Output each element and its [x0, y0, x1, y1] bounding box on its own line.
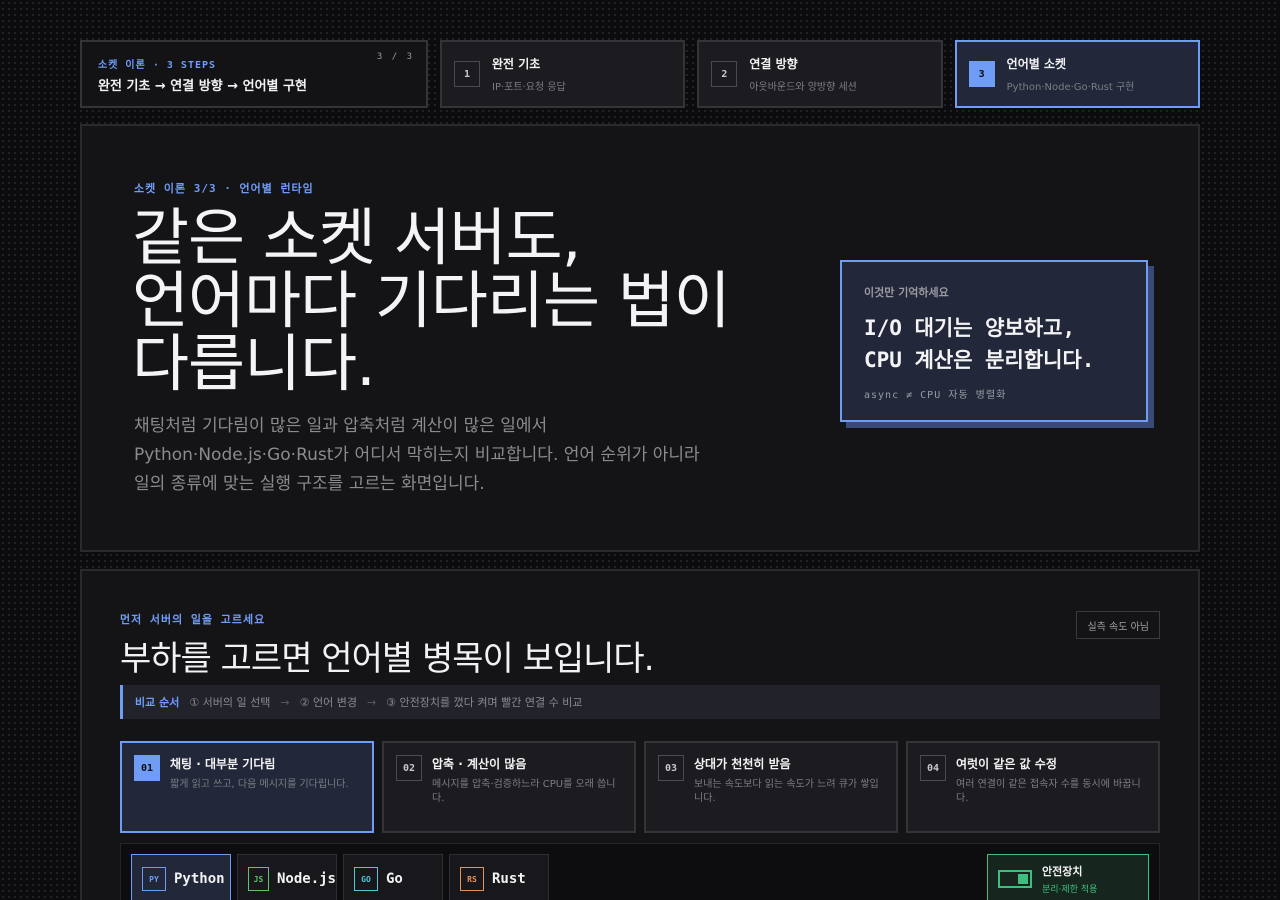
step-number: 1	[454, 61, 480, 87]
step-subtitle: 아웃바운드와 양방향 세션	[749, 82, 857, 93]
workload-desc: 보내는 속도보다 읽는 속도가 느려 큐가 쌓입니다.	[694, 779, 879, 804]
not-measured-badge: 실측 속도 아님	[1076, 611, 1160, 639]
workload-number: 01	[134, 755, 160, 781]
workload-shared-state[interactable]: 04 여럿이 같은 값 수정 여러 연결이 같은 접속자 수를 동시에 바꿉니다…	[906, 741, 1160, 833]
workload-title: 여럿이 같은 값 수정	[956, 757, 1057, 771]
language-panel: PY Python JS Node.js GO Go RS Rust 안전장치 …	[120, 843, 1160, 900]
workload-slow-consumer[interactable]: 03 상대가 천천히 받음 보내는 속도보다 읽는 속도가 느려 큐가 쌓입니다…	[644, 741, 898, 833]
step-card-direction[interactable]: 2 연결 방향 아웃바운드와 양방향 세션	[697, 40, 943, 108]
workload-title: 압축 · 계산이 많음	[432, 757, 527, 771]
workload-desc: 짧게 읽고 쓰고, 다음 메시지를 기다립니다.	[170, 779, 349, 790]
section-title: 부하를 고르면 언어별 병목이 보입니다.	[120, 639, 655, 679]
step-title: 언어별 소켓	[1006, 57, 1067, 71]
memo-label: 이것만 기억하세요	[864, 286, 949, 299]
python-icon: PY	[142, 867, 166, 891]
language-name: Rust	[492, 871, 526, 887]
memo-foot: async ≠ CPU 자동 병렬화	[864, 390, 1007, 401]
hero-description: 채팅처럼 기다림이 많은 일과 압축처럼 계산이 많은 일에서 Python·N…	[134, 412, 774, 499]
steps-counter: 3 / 3	[376, 52, 414, 62]
safety-title: 안전장치	[1042, 865, 1083, 878]
steps-eyebrow: 소켓 이론 · 3 STEPS	[98, 60, 217, 71]
workload-chat[interactable]: 01 채팅 · 대부분 기다림 짧게 읽고 쓰고, 다음 메시지를 기다립니다.	[120, 741, 374, 833]
workload-desc: 메시지를 압축·검증하느라 CPU를 오래 씁니다.	[432, 779, 616, 804]
order-step: ① 서버의 일 선택	[189, 696, 271, 709]
workload-compress[interactable]: 02 압축 · 계산이 많음 메시지를 압축·검증하느라 CPU를 오래 씁니다…	[382, 741, 636, 833]
nodejs-icon: JS	[248, 867, 269, 891]
language-name: Node.js	[276, 871, 336, 887]
language-name: Python	[174, 871, 225, 887]
hero-section: 소켓 이론 3/3 · 언어별 런타임 같은 소켓 서버도, 언어마다 기다리는…	[80, 124, 1200, 552]
workload-number: 02	[396, 755, 422, 781]
workload-title: 상대가 천천히 받음	[694, 757, 791, 771]
arrow-right-icon: →	[366, 695, 377, 709]
step-number: 3	[968, 61, 995, 87]
step-title: 완전 기초	[492, 57, 541, 71]
memo-card: 이것만 기억하세요 I/O 대기는 양보하고, CPU 계산은 분리합니다. a…	[840, 260, 1148, 422]
hero-desc-line: 채팅처럼 기다림이 많은 일과 압축처럼 계산이 많은 일에서	[134, 416, 548, 436]
step-card-basics[interactable]: 1 완전 기초 IP·포트·요청 응답	[440, 40, 686, 108]
order-step: ③ 안전장치를 껐다 켜며 빨간 연결 수 비교	[386, 696, 583, 709]
steps-summary: 소켓 이론 · 3 STEPS 완전 기초 → 연결 방향 → 언어별 구현 3…	[80, 40, 428, 108]
workload-desc: 여러 연결이 같은 접속자 수를 동시에 바꿉니다.	[956, 779, 1141, 804]
step-title: 연결 방향	[749, 57, 798, 71]
go-icon: GO	[354, 867, 378, 891]
arrow-right-icon: →	[280, 695, 290, 709]
hero-eyebrow: 소켓 이론 3/3 · 언어별 런타임	[134, 182, 314, 195]
language-tabs: PY Python JS Node.js GO Go RS Rust	[131, 854, 549, 900]
step-subtitle: IP·포트·요청 응답	[492, 82, 566, 93]
tab-nodejs[interactable]: JS Node.js	[237, 854, 337, 900]
memo-line: CPU 계산은 분리합니다.	[864, 348, 1095, 372]
safety-toggle[interactable]: 안전장치 분리·제한 적용	[987, 854, 1149, 900]
hero-desc-line: Python·Node.js·Go·Rust가 어디서 막히는지 비교합니다. …	[134, 445, 700, 465]
step-card-language-sockets[interactable]: 3 언어별 소켓 Python·Node·Go·Rust 구현	[954, 40, 1200, 108]
workload-section: 먼저 서버의 일을 고르세요 부하를 고르면 언어별 병목이 보입니다. 실측 …	[80, 569, 1200, 900]
section-eyebrow: 먼저 서버의 일을 고르세요	[120, 613, 266, 626]
tab-rust[interactable]: RS Rust	[449, 854, 549, 900]
steps-path: 완전 기초 → 연결 방향 → 언어별 구현	[98, 79, 307, 94]
step-number: 2	[711, 61, 738, 87]
step-subtitle: Python·Node·Go·Rust 구현	[1006, 82, 1135, 93]
workload-title: 채팅 · 대부분 기다림	[170, 757, 276, 771]
language-name: Go	[386, 871, 403, 887]
tab-go[interactable]: GO Go	[343, 854, 443, 900]
rust-icon: RS	[460, 867, 484, 891]
memo-main: I/O 대기는 양보하고, CPU 계산은 분리합니다.	[864, 312, 1124, 376]
order-step: ② 언어 변경	[299, 696, 357, 709]
steps-row: 소켓 이론 · 3 STEPS 완전 기초 → 연결 방향 → 언어별 구현 3…	[80, 40, 1200, 108]
workload-number: 04	[920, 755, 946, 781]
safety-subtitle: 분리·제한 적용	[1042, 885, 1098, 895]
order-label: 비교 순서	[135, 696, 180, 709]
hero-title-line: 다릅니다.	[132, 327, 376, 400]
hero-desc-line: 일의 종류에 맞는 실행 구조를 고르는 화면입니다.	[134, 474, 485, 494]
comparison-order-bar: 비교 순서 ① 서버의 일 선택 → ② 언어 변경 → ③ 안전장치를 껐다 …	[120, 685, 1160, 719]
tab-python[interactable]: PY Python	[131, 854, 231, 900]
toggle-switch-icon[interactable]	[998, 870, 1032, 888]
hero-title: 같은 소켓 서버도, 언어마다 기다리는 법이 다릅니다.	[132, 206, 812, 395]
memo-line: I/O 대기는 양보하고,	[864, 316, 1076, 340]
workload-number: 03	[658, 755, 684, 781]
workload-options: 01 채팅 · 대부분 기다림 짧게 읽고 쓰고, 다음 메시지를 기다립니다.…	[120, 741, 1160, 833]
